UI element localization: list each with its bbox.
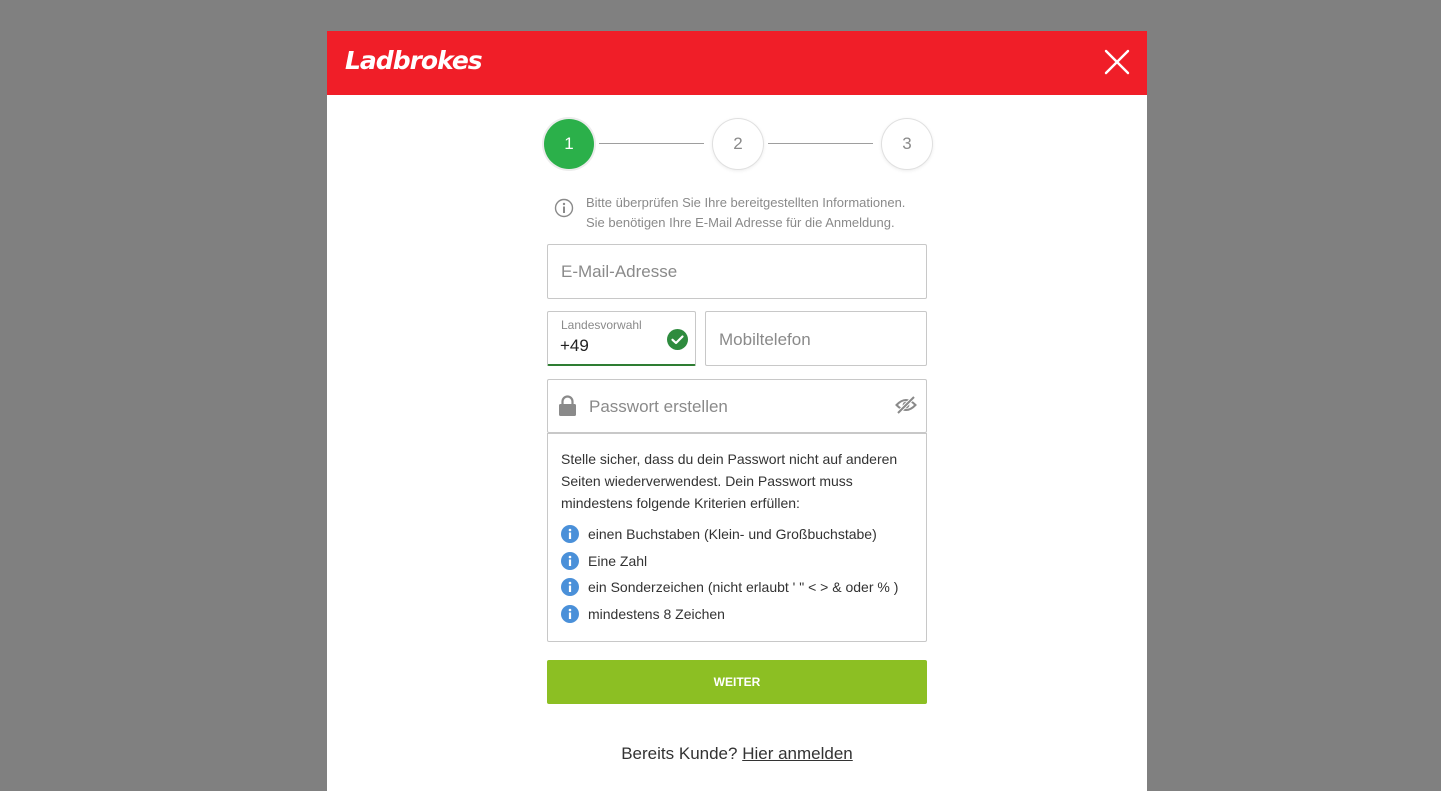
mobile-placeholder: Mobiltelefon: [719, 330, 811, 349]
requirement-item: mindestens 8 Zeichen: [561, 601, 913, 628]
login-prompt: Bereits Kunde? Hier anmelden: [327, 744, 1147, 764]
password-field[interactable]: Passwort erstellen: [547, 379, 927, 433]
eye-off-icon[interactable]: [895, 395, 917, 415]
requirement-text: mindestens 8 Zeichen: [588, 605, 725, 622]
requirement-text: ein Sonderzeichen (nicht erlaubt ' " < >…: [588, 579, 899, 596]
requirement-text: Eine Zahl: [588, 552, 648, 569]
info-icon: [561, 578, 579, 597]
step-1: 1: [544, 119, 594, 169]
modal-header: Ladbrokes: [327, 31, 1147, 95]
password-requirements-intro: Stelle sicher, dass du dein Passwort nic…: [561, 451, 898, 511]
info-icon: [561, 551, 579, 570]
step-connector: [599, 143, 704, 144]
step-indicator: 1 2 3: [544, 119, 932, 169]
country-code-value: +49: [560, 336, 589, 355]
info-icon: [561, 604, 579, 623]
info-icon: [554, 198, 574, 218]
requirement-item: Eine Zahl: [561, 548, 913, 575]
ladbrokes-logo: Ladbrokes: [345, 46, 483, 75]
check-circle-icon: [667, 329, 688, 350]
password-requirements: Stelle sicher, dass du dein Passwort nic…: [547, 433, 927, 642]
lock-icon: [559, 395, 576, 416]
requirement-item: ein Sonderzeichen (nicht erlaubt ' " < >…: [561, 574, 913, 601]
step-3: 3: [882, 119, 932, 169]
password-placeholder: Passwort erstellen: [589, 397, 728, 416]
weiter-button[interactable]: WEITER: [547, 660, 927, 704]
login-prompt-text: Bereits Kunde?: [621, 744, 738, 763]
email-placeholder: E-Mail-Adresse: [561, 262, 678, 281]
email-field[interactable]: E-Mail-Adresse: [547, 244, 927, 299]
registration-modal: Ladbrokes 1 2 3 Bitte überprüfen Sie Ihr…: [327, 31, 1147, 791]
close-icon[interactable]: [1103, 48, 1131, 76]
info-icon: [561, 525, 579, 544]
info-note-text: Bitte überprüfen Sie Ihre bereitgestellt…: [586, 195, 906, 230]
country-code-field[interactable]: Landesvorwahl +49: [547, 311, 696, 366]
requirement-text: einen Buchstaben (Klein- und Großbuchsta…: [588, 526, 877, 543]
country-code-label: Landesvorwahl: [561, 318, 642, 332]
step-2: 2: [713, 119, 763, 169]
step-connector: [768, 143, 873, 144]
requirement-item: einen Buchstaben (Klein- und Großbuchsta…: [561, 521, 913, 548]
info-note: Bitte überprüfen Sie Ihre bereitgestellt…: [554, 193, 914, 233]
mobile-phone-field[interactable]: Mobiltelefon: [705, 311, 927, 366]
login-link[interactable]: Hier anmelden: [742, 744, 853, 763]
